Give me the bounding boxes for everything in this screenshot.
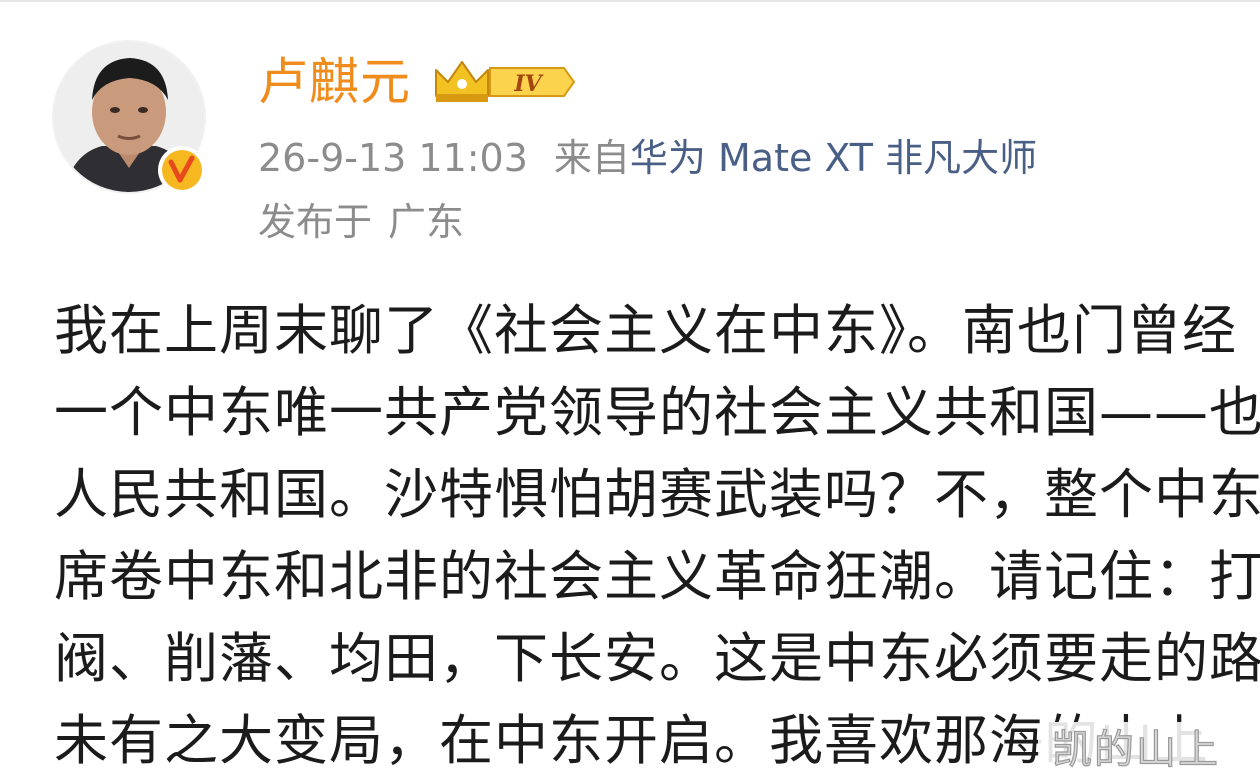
post-text-line: 我在上周末聊了《社会主义在中东》。南也门曾经 — [54, 299, 1237, 362]
post-location-line: 发布于 广东 — [258, 196, 464, 248]
top-divider — [0, 0, 1260, 2]
post-time[interactable]: 26-9-13 11:03 — [258, 136, 528, 180]
post-text-line: 阀、削藩、均田，下长安。这是中东必须要走的路 — [54, 627, 1260, 690]
watermark: 凯的山上 — [1038, 722, 1260, 778]
v-verified-icon — [158, 146, 206, 194]
post-text-line: 一个中东唯一共产党领导的社会主义共和国——也 — [54, 381, 1260, 444]
post-content: 我在上周末聊了《社会主义在中东》。南也门曾经 一个中东唯一共产党领导的社会主义共… — [54, 290, 1260, 778]
watermark-text: 凯的山上 — [1051, 726, 1220, 773]
device-source-link[interactable]: 华为 Mate XT 非凡大师 — [630, 136, 1037, 180]
post-text-line: 人民共和国。沙特惧怕胡赛武装吗？不，整个中东 — [54, 463, 1260, 526]
post-text-line: 席卷中东和北非的社会主义革命狂潮。请记住：打 — [54, 545, 1260, 608]
verified-badge — [156, 144, 208, 196]
from-label: 来自 — [553, 136, 630, 180]
member-level-badge[interactable]: IV — [432, 56, 576, 108]
location-value: 广东 — [388, 200, 465, 244]
crown-icon: IV — [435, 61, 576, 102]
location-label: 发布于 — [258, 200, 373, 244]
weibo-post-screenshot: 卢麒元 IV 26-9-13 11:03 来自华为 Mate XT 非凡大师 发布… — [0, 0, 1260, 778]
level-badge-text: IV — [513, 71, 543, 97]
author-name[interactable]: 卢麒元 — [258, 52, 411, 112]
post-meta-line: 26-9-13 11:03 来自华为 Mate XT 非凡大师 — [258, 132, 1037, 184]
author-avatar-wrap[interactable] — [52, 40, 208, 196]
